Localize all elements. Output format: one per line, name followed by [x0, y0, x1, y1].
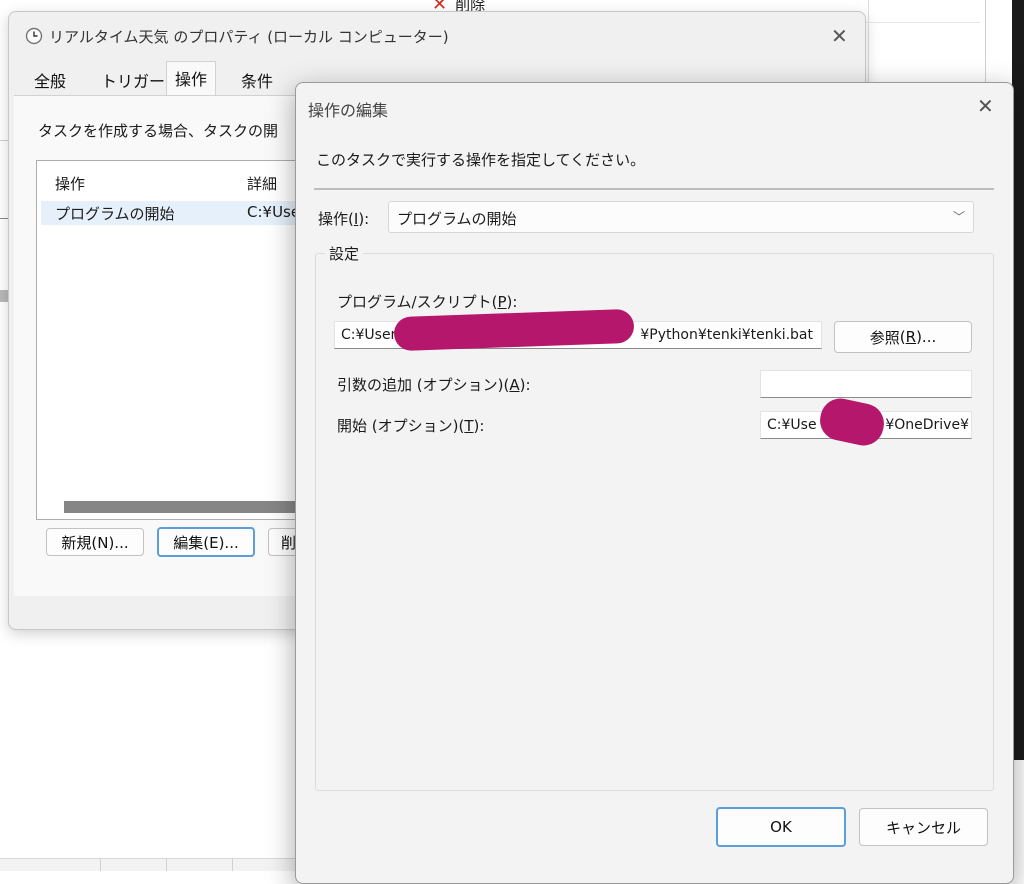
tab-conditions[interactable]: 条件: [241, 68, 273, 92]
row-detail-cell: C:¥Use: [247, 203, 301, 221]
start-path-end: ¥OneDrive¥: [885, 417, 969, 433]
dialog-title: 操作の編集: [308, 101, 389, 120]
title-bar[interactable]: リアルタイム天気 のプロパティ (ローカル コンピューター) ✕: [9, 12, 865, 60]
horizontal-scrollbar-thumb[interactable]: [64, 501, 297, 513]
clock-icon: [25, 27, 43, 45]
arguments-input[interactable]: [760, 370, 972, 398]
actions-list[interactable]: 操作 詳細 プログラムの開始 C:¥Use: [36, 160, 301, 520]
tab-actions[interactable]: 操作: [166, 61, 217, 96]
background-scrollbar[interactable]: [0, 290, 8, 302]
ok-button[interactable]: OK: [716, 807, 846, 847]
new-button[interactable]: 新規(N)...: [46, 528, 144, 556]
cancel-button[interactable]: キャンセル: [859, 808, 988, 846]
start-path-start: C:¥Use: [767, 417, 817, 433]
column-header-detail[interactable]: 詳細: [247, 173, 277, 194]
dialog-instruction: このタスクで実行する操作を指定してください。: [316, 151, 646, 169]
chevron-down-icon: ﹀: [952, 210, 965, 224]
operation-selected-value: プログラムの開始: [397, 210, 517, 228]
edit-button[interactable]: 編集(E)...: [157, 527, 255, 557]
browse-button[interactable]: 参照(R)...: [834, 321, 972, 353]
column-header-action[interactable]: 操作: [55, 173, 85, 194]
background-status-bar: [0, 858, 300, 871]
program-path-start: C:¥User: [341, 327, 397, 343]
actions-description: タスクを作成する場合、タスクの開: [38, 122, 279, 140]
arguments-label: 引数の追加 (オプション)(A):: [337, 376, 531, 394]
operation-label: 操作(I):: [318, 210, 370, 228]
settings-group-label: 設定: [325, 243, 364, 264]
close-icon[interactable]: ✕: [977, 94, 994, 118]
operation-select[interactable]: プログラムの開始 ﹀: [388, 201, 974, 233]
background-divider: [0, 140, 8, 141]
background-divider: [0, 218, 8, 219]
program-script-label: プログラム/スクリプト(P):: [337, 293, 518, 311]
close-icon[interactable]: ✕: [831, 24, 848, 48]
window-title: リアルタイム天気 のプロパティ (ローカル コンピューター): [49, 28, 449, 46]
tab-triggers[interactable]: トリガー: [101, 68, 165, 92]
program-path-end: ¥Python¥tenki¥tenki.bat: [640, 327, 813, 343]
start-in-label: 開始 (オプション)(T):: [337, 417, 485, 435]
separator: [314, 188, 994, 190]
edit-action-dialog: 操作の編集 ✕ このタスクで実行する操作を指定してください。 操作(I): プロ…: [295, 82, 1014, 884]
row-action-cell: プログラムの開始: [55, 205, 175, 223]
tab-general[interactable]: 全般: [34, 68, 66, 92]
